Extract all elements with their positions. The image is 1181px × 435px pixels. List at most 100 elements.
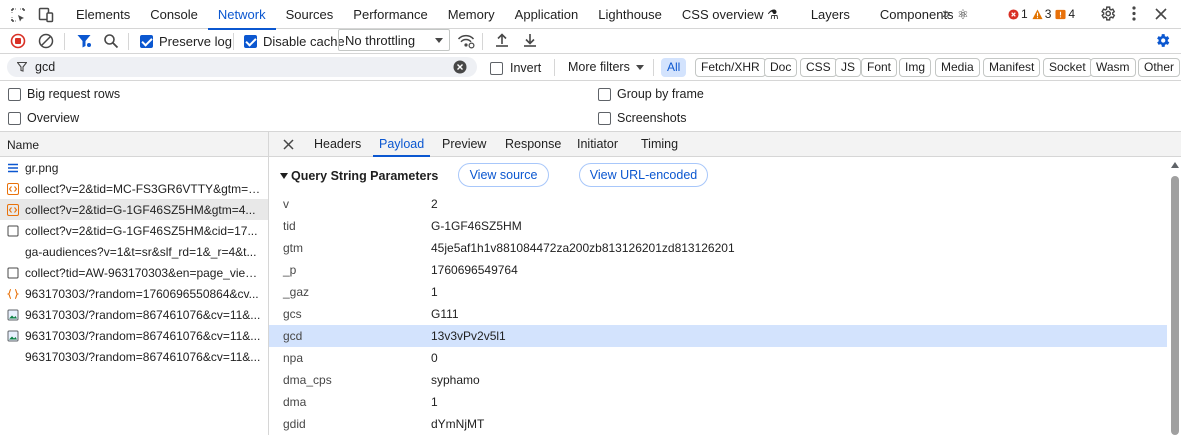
param-row[interactable]: _p 1760696549764 — [269, 259, 1167, 281]
view-source-button[interactable]: View source — [458, 163, 549, 187]
clear-log-icon[interactable] — [38, 33, 54, 49]
param-row[interactable]: v2 — [269, 193, 1167, 215]
tab-console[interactable]: Console — [140, 0, 208, 29]
request-row[interactable]: collect?v=2&tid=MC-FS3GR6VTTY&gtm=4... — [0, 178, 268, 199]
tab-application[interactable]: Application — [505, 0, 589, 29]
screenshots-check[interactable] — [598, 111, 611, 125]
request-row[interactable]: 963170303/?random=867461076&cv=11&... — [0, 304, 268, 325]
type-filter-wasm[interactable]: Wasm — [1090, 58, 1136, 77]
tab-lighthouse[interactable]: Lighthouse — [588, 0, 672, 29]
type-filter-doc[interactable]: Doc — [764, 58, 798, 77]
request-row[interactable]: 963170303/?random=867461076&cv=11&... — [0, 325, 268, 346]
close-detail-icon[interactable] — [283, 139, 294, 150]
tab-components[interactable]: Components ⚛ — [870, 0, 979, 29]
invert-label: Invert — [510, 61, 542, 75]
overview-option[interactable]: Overview — [8, 111, 79, 125]
param-row[interactable]: tid G-1GF46SZ5HM — [269, 215, 1167, 237]
clear-filter-icon[interactable] — [453, 60, 467, 74]
preserve-log-checkbox[interactable]: Preserve log — [140, 34, 232, 49]
disable-cache-label: Disable cache — [263, 34, 345, 49]
tab-layers[interactable]: Layers — [801, 0, 870, 29]
search-icon[interactable] — [103, 33, 119, 49]
type-filter-manifest[interactable]: Manifest — [983, 58, 1041, 77]
type-filter-socket[interactable]: Socket — [1043, 58, 1092, 77]
param-key: dma_cps — [283, 373, 332, 387]
invert-checkbox[interactable]: Invert — [490, 61, 541, 75]
tab-sources[interactable]: Sources — [276, 0, 344, 29]
type-filter-media[interactable]: Media — [935, 58, 980, 77]
network-conditions-wifi-icon[interactable] — [457, 33, 475, 49]
request-name: collect?v=2&tid=G-1GF46SZ5HM&gtm=4... — [25, 202, 256, 217]
request-row[interactable]: collect?tid=AW-963170303&en=page_view... — [0, 262, 268, 283]
param-row[interactable]: _gaz 1 — [269, 281, 1167, 303]
param-row[interactable]: npa 0 — [269, 347, 1167, 369]
more-tabs-chevron-icon[interactable]: » — [942, 5, 950, 22]
screenshots-option[interactable]: Screenshots — [598, 111, 686, 125]
type-filter-js[interactable]: JS — [835, 58, 862, 77]
request-row-selected[interactable]: collect?v=2&tid=G-1GF46SZ5HM&gtm=4... — [0, 199, 268, 220]
export-har-download-icon[interactable] — [522, 32, 538, 48]
status-counts[interactable]: 1 3 4 — [1008, 7, 1079, 21]
query-string-section-toggle[interactable]: Query String Parameters — [280, 165, 438, 187]
param-row[interactable]: gtm 45je5af1h1v881084472za200zb813126201z… — [269, 237, 1167, 259]
tab-preview[interactable]: Preview — [442, 132, 486, 157]
more-options-kebab-icon[interactable] — [1131, 5, 1137, 22]
param-row[interactable]: dma 1 — [269, 391, 1167, 413]
stop-recording-icon[interactable] — [10, 33, 26, 49]
more-filters-dropdown[interactable]: More filters — [568, 60, 644, 74]
network-settings-gear-icon[interactable] — [1154, 32, 1171, 49]
param-key: gcd — [283, 329, 303, 343]
type-filter-font[interactable]: Font — [861, 58, 898, 77]
type-filter-other[interactable]: Other — [1138, 58, 1181, 77]
tab-payload[interactable]: Payload — [372, 132, 431, 157]
disable-cache-check[interactable] — [244, 35, 257, 48]
scroll-up-arrow-icon[interactable] — [1171, 162, 1179, 168]
request-row[interactable]: 963170303/?random=867461076&cv=11&... — [0, 346, 268, 367]
tab-initiator[interactable]: Initiator — [577, 132, 618, 157]
tab-elements[interactable]: Elements — [66, 0, 140, 29]
param-row[interactable]: dma_cps syphamo — [269, 369, 1167, 391]
type-filter-fetch-xhr[interactable]: Fetch/XHR — [695, 58, 766, 77]
request-row[interactable]: ga-audiences?v=1&t=sr&slf_rd=1&_r=4&t... — [0, 241, 268, 262]
param-row[interactable]: gcs G111 — [269, 303, 1167, 325]
scrollbar-thumb[interactable] — [1171, 176, 1179, 435]
import-har-upload-icon[interactable] — [494, 32, 510, 48]
big-request-rows-check[interactable] — [8, 87, 21, 101]
tab-memory[interactable]: Memory — [438, 0, 505, 29]
tab-css-overview[interactable]: CSS overview ⚗ — [672, 0, 801, 29]
request-row[interactable]: collect?v=2&tid=G-1GF46SZ5HM&cid=17... — [0, 220, 268, 241]
request-row[interactable]: gr.png — [0, 157, 268, 178]
overview-check[interactable] — [8, 111, 21, 125]
type-filter-img[interactable]: Img — [899, 58, 932, 77]
request-row[interactable]: 963170303/?random=1760696550864&cv... — [0, 283, 268, 304]
preserve-log-check[interactable] — [140, 35, 153, 48]
tab-headers[interactable]: Headers — [314, 132, 361, 157]
type-filter-all[interactable]: All — [661, 58, 687, 77]
detail-scrollbar[interactable] — [1169, 160, 1181, 435]
inspect-element-icon[interactable] — [9, 6, 27, 24]
device-toolbar-icon[interactable] — [37, 6, 55, 24]
big-request-rows-option[interactable]: Big request rows — [8, 87, 120, 101]
group-by-frame-check[interactable] — [598, 87, 611, 101]
close-devtools-icon[interactable] — [1154, 7, 1168, 21]
throttling-select[interactable]: No throttling — [338, 29, 450, 51]
filter-input[interactable]: gcd — [7, 57, 477, 77]
toolbar-divider — [233, 33, 234, 50]
invert-check[interactable] — [490, 61, 503, 75]
settings-gear-icon[interactable] — [1099, 5, 1116, 22]
tab-performance[interactable]: Performance — [343, 0, 437, 29]
tab-timing[interactable]: Timing — [641, 132, 678, 157]
tab-network[interactable]: Network — [207, 0, 276, 30]
view-url-encoded-button[interactable]: View URL-encoded — [579, 163, 708, 187]
type-filter-css[interactable]: CSS — [800, 58, 837, 77]
group-by-frame-option[interactable]: Group by frame — [598, 87, 704, 101]
no-icon — [7, 351, 19, 363]
name-column-header[interactable]: Name — [0, 131, 268, 157]
param-row-highlighted[interactable]: gcd 13v3vPv2v5l1 — [269, 325, 1167, 347]
disable-cache-checkbox[interactable]: Disable cache — [244, 34, 345, 49]
no-icon — [7, 246, 19, 258]
blank-file-icon — [7, 225, 19, 236]
filter-funnel-icon[interactable] — [76, 33, 92, 49]
tab-response[interactable]: Response — [505, 132, 561, 157]
param-row[interactable]: gdid dYmNjMT — [269, 413, 1167, 435]
